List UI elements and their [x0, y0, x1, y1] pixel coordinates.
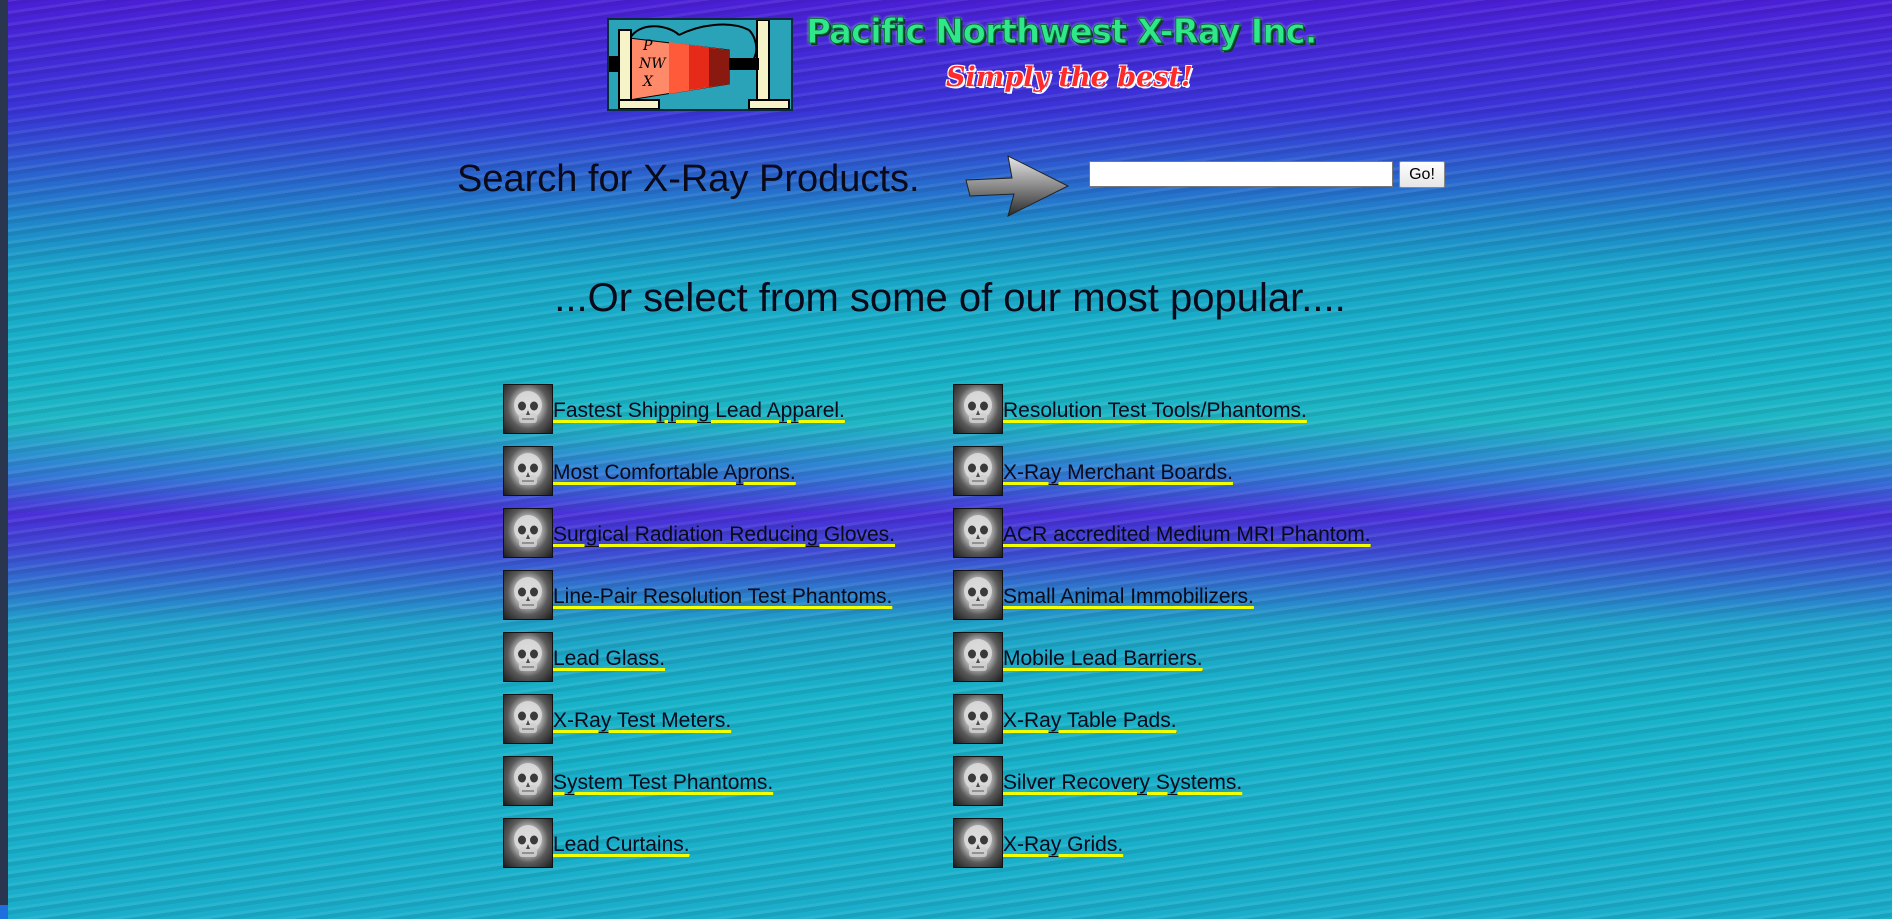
product-link[interactable]: Fastest Shipping Lead Apparel. [553, 399, 845, 423]
product-item[interactable]: Lead Curtains. [503, 818, 895, 868]
skull-xray-icon [953, 756, 1003, 806]
company-logo[interactable]: P NW X [607, 18, 793, 111]
product-link[interactable]: Surgical Radiation Reducing Gloves. [553, 523, 896, 547]
product-link[interactable]: Silver Recovery Systems. [1003, 771, 1243, 795]
brand-title: Pacific Northwest X-Ray Inc. [806, 12, 1319, 53]
taskbar-tab [0, 905, 8, 919]
product-item[interactable]: ACR accredited Medium MRI Phantom. [953, 508, 1371, 558]
product-link[interactable]: ACR accredited Medium MRI Phantom. [1003, 523, 1371, 547]
product-list-right: Resolution Test Tools/Phantoms. X-Ray Me… [953, 384, 1371, 880]
search-label: Search for X-Ray Products. [457, 158, 920, 200]
product-item[interactable]: Lead Glass. [503, 632, 895, 682]
arrow-right-icon [965, 155, 1070, 217]
product-item[interactable]: Mobile Lead Barriers. [953, 632, 1371, 682]
skull-xray-icon [953, 632, 1003, 682]
product-item[interactable]: Surgical Radiation Reducing Gloves. [503, 508, 896, 558]
skull-xray-icon [503, 508, 553, 558]
logo-letter-nw: NW [638, 56, 667, 72]
product-item[interactable]: X-Ray Merchant Boards. [953, 446, 1371, 496]
go-button[interactable]: Go! [1399, 161, 1445, 188]
product-link[interactable]: System Test Phantoms. [553, 771, 774, 795]
product-item[interactable]: X-Ray Grids. [953, 818, 1371, 868]
product-link[interactable]: Small Animal Immobilizers. [1003, 585, 1254, 609]
product-item[interactable]: X-Ray Test Meters. [503, 694, 895, 744]
product-list-left: Fastest Shipping Lead Apparel. Most Comf… [503, 384, 896, 880]
product-item[interactable]: Line-Pair Resolution Test Phantoms. [503, 570, 895, 620]
logo-letter-p: P [642, 38, 653, 54]
product-item[interactable]: Small Animal Immobilizers. [953, 570, 1371, 620]
product-item[interactable]: Silver Recovery Systems. [953, 756, 1371, 806]
product-item[interactable]: X-Ray Table Pads. [953, 694, 1371, 744]
brand-tagline: Simply the best! [946, 62, 1193, 93]
logo-letter-x: X [642, 74, 654, 90]
skull-xray-icon [953, 446, 1003, 496]
popular-heading-text: ...Or select from some of our most popul… [554, 276, 1346, 320]
product-link[interactable]: X-Ray Table Pads. [1003, 709, 1177, 733]
product-link[interactable]: X-Ray Merchant Boards. [1003, 461, 1233, 485]
skull-xray-icon [503, 632, 553, 682]
product-link[interactable]: X-Ray Test Meters. [553, 709, 732, 733]
skull-xray-icon [503, 384, 553, 434]
skull-xray-icon [953, 508, 1003, 558]
product-item[interactable]: Fastest Shipping Lead Apparel. [503, 384, 895, 434]
window-left-edge [0, 0, 8, 919]
xray-machine-logo-icon: P NW X [609, 20, 791, 109]
product-link[interactable]: Mobile Lead Barriers. [1003, 647, 1203, 671]
product-link[interactable]: X-Ray Grids. [1003, 833, 1124, 857]
product-link[interactable]: Lead Curtains. [553, 833, 690, 857]
skull-xray-icon [503, 694, 553, 744]
product-item[interactable]: Most Comfortable Aprons. [503, 446, 895, 496]
popular-heading: ...Or select from some of our most popul… [0, 276, 1892, 321]
skull-xray-icon [953, 694, 1003, 744]
product-link[interactable]: Most Comfortable Aprons. [553, 461, 796, 485]
skull-xray-icon [503, 446, 553, 496]
product-item[interactable]: Resolution Test Tools/Phantoms. [953, 384, 1371, 434]
skull-xray-icon [503, 756, 553, 806]
product-item[interactable]: System Test Phantoms. [503, 756, 895, 806]
skull-xray-icon [953, 384, 1003, 434]
skull-xray-icon [503, 570, 553, 620]
skull-xray-icon [953, 570, 1003, 620]
product-link[interactable]: Resolution Test Tools/Phantoms. [1003, 399, 1307, 423]
skull-xray-icon [503, 818, 553, 868]
product-link[interactable]: Line-Pair Resolution Test Phantoms. [553, 585, 893, 609]
search-input[interactable] [1089, 161, 1393, 187]
product-link[interactable]: Lead Glass. [553, 647, 666, 671]
skull-xray-icon [953, 818, 1003, 868]
